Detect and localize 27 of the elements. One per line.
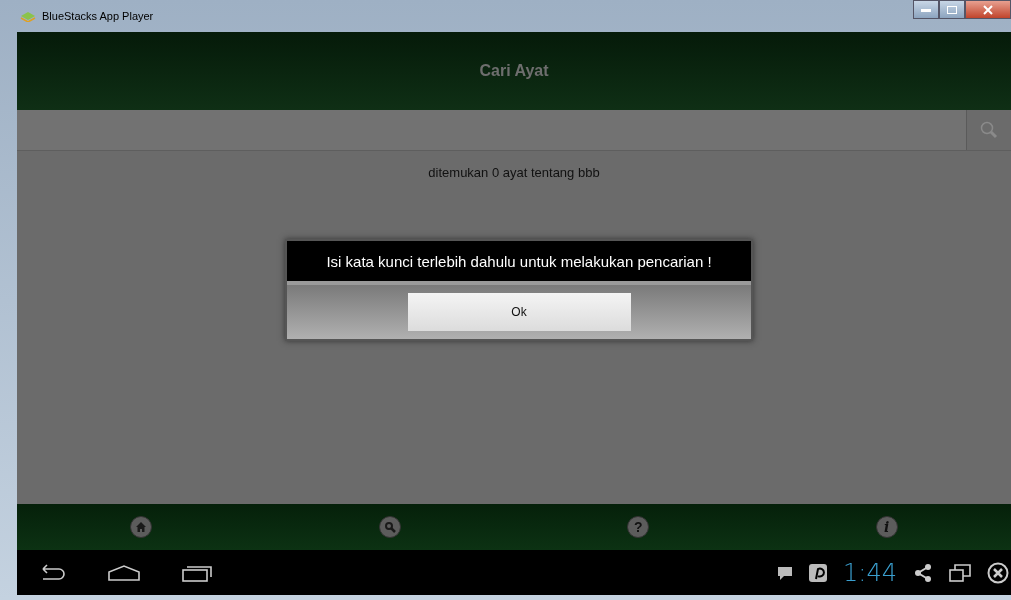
search-icon [383, 521, 396, 533]
search-icon [979, 120, 999, 140]
header-title: Cari Ayat [479, 62, 549, 80]
nav-button[interactable]: i [875, 516, 898, 538]
share-icon[interactable] [913, 562, 933, 583]
maximize-icon [947, 5, 957, 14]
maximize-button[interactable] [939, 0, 965, 19]
chat-icon[interactable] [777, 564, 794, 581]
result-text: ditemukan 0 ayat tentang bbb [428, 165, 600, 180]
recent-apps-icon[interactable] [181, 563, 213, 582]
house-icon [135, 521, 148, 533]
layers-icon [20, 10, 36, 22]
minimize-button[interactable] [913, 0, 939, 19]
search-field[interactable] [17, 110, 966, 150]
home-icon[interactable] [107, 563, 141, 582]
window-title: BlueStacks App Player [42, 10, 154, 22]
ok-button[interactable]: Ok [407, 293, 631, 331]
window-icon[interactable] [949, 562, 971, 583]
close-circle-icon[interactable] [987, 561, 1009, 584]
nav-button[interactable]: ? [627, 516, 650, 538]
dialog-message: Isi kata kunci terlebih dahulu untuk melakukan pencarian ! [326, 252, 712, 270]
close-icon [983, 4, 993, 15]
minimize-icon [921, 7, 931, 12]
home-button[interactable] [130, 516, 153, 538]
close-button[interactable] [965, 0, 1011, 19]
search-nav-button[interactable] [378, 516, 401, 538]
clock: 1:44 [843, 558, 897, 587]
